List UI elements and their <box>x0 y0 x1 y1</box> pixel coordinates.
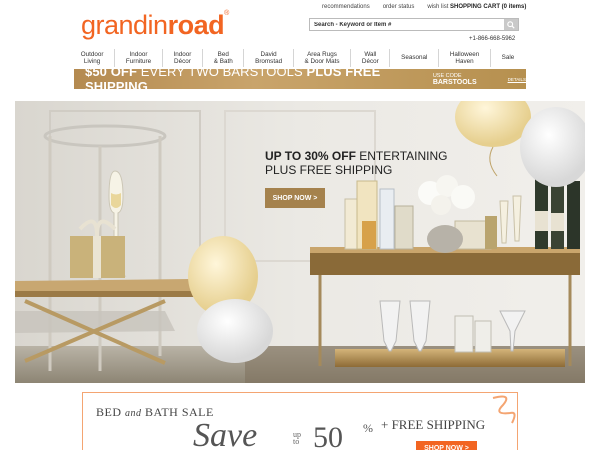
bed-bath-sale-banner[interactable]: BED and BATH SALE Save up to 50 % + FREE… <box>82 392 518 450</box>
phone-number: +1-866-668-5962 <box>469 36 516 42</box>
up-to-text: up to <box>293 430 301 446</box>
barstools-promo-banner[interactable]: $50 OFF EVERY TWO BARSTOOLS PLUS FREE SH… <box>74 64 526 94</box>
bed-bath-shop-now-button[interactable]: SHOP NOW > <box>416 441 477 450</box>
free-shipping-text: + FREE SHIPPING <box>381 417 486 432</box>
hero-banner[interactable]: UP TO 30% OFF ENTERTAINING PLUS FREE SHI… <box>15 101 585 383</box>
wish-list-link[interactable]: wish list <box>427 4 448 10</box>
search-icon <box>507 20 515 29</box>
search-button[interactable] <box>504 19 518 30</box>
hero-headline: UP TO 30% OFF ENTERTAINING PLUS FREE SHI… <box>265 149 448 177</box>
logo-text-part2: road <box>167 10 225 40</box>
save-script-text: Save <box>193 417 258 450</box>
utility-links: recommendations order status wish list <box>322 4 448 10</box>
hero-shop-now-button[interactable]: SHOP NOW > <box>265 188 325 208</box>
nav-item-sale[interactable]: Sale <box>491 49 525 67</box>
recommendations-link[interactable]: recommendations <box>322 4 370 10</box>
shopping-cart-link[interactable]: SHOPPING CART (0 items) <box>450 4 526 10</box>
percent-value: 50 <box>313 421 343 450</box>
grandinroad-logo[interactable]: grandinroad® <box>81 10 229 41</box>
promo-text: EVERY TWO BARSTOOLS <box>140 64 303 79</box>
nav-item-halloween-haven[interactable]: Halloween Haven <box>439 48 491 67</box>
hero-bar-cart-image <box>15 101 585 383</box>
order-status-link[interactable]: order status <box>383 4 415 10</box>
percent-sign: % <box>363 421 373 435</box>
promo-amount: $50 OFF <box>85 64 137 79</box>
promo-code: BARSTOOLS <box>432 78 477 86</box>
promo-details-link[interactable]: DETAILS <box>508 77 526 82</box>
search-input[interactable] <box>310 19 504 30</box>
logo-text-part1: grandin <box>81 10 168 40</box>
ribbon-swirl-icon <box>492 395 516 424</box>
search-bar <box>309 18 519 31</box>
